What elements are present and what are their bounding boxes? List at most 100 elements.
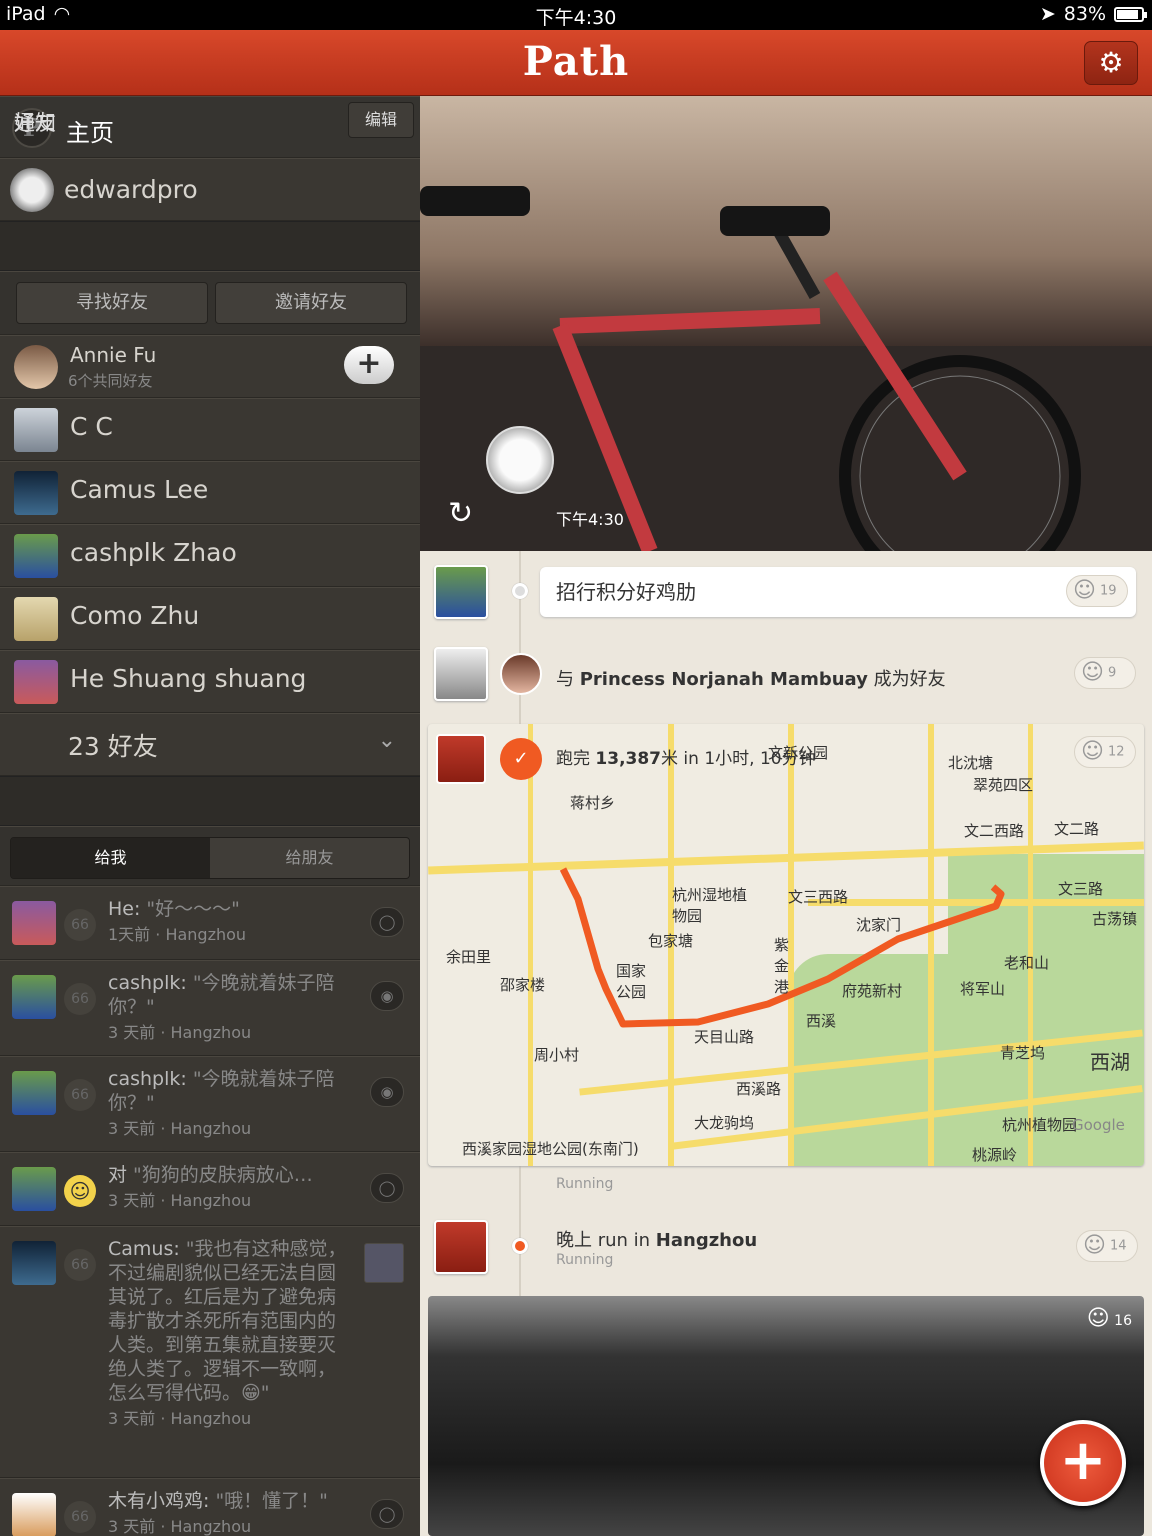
run-summary: 跑完 13,387米 in 1小时, 10分钟 [556, 749, 816, 769]
notification-text: cashplk: "今晚就着妹子陪你？" 3 天前 · Hangzhou [108, 1068, 335, 1138]
friendship-moment[interactable]: 与 Princess Norjanah Mambuay 成为好友 ☺ 9 [420, 633, 1152, 723]
edit-friends-button[interactable]: 编辑 [348, 102, 414, 138]
smile-counter[interactable]: ☺ 12 [1074, 736, 1136, 768]
avatar [12, 1167, 56, 1211]
quote-icon: 66 [64, 1079, 96, 1111]
mutual-friends: 6个共同好友 [68, 372, 153, 390]
notification-tabs: 给我 给朋友 [0, 826, 420, 886]
avatar [12, 1493, 56, 1536]
friendship-text: 与 Princess Norjanah Mambuay 成为好友 [556, 669, 946, 690]
activity-label: Running [556, 1252, 614, 1268]
notification-text: 对 "狗狗的皮肤病放心… 3 天前 · Hangzhou [108, 1164, 313, 1210]
notification-text: 木有小鸡鸡: "哦！懂了！" 3 天前 · Hangzhou [108, 1490, 328, 1536]
section-title: 通知 [14, 111, 56, 135]
status-time: 下午4:30 [535, 7, 617, 29]
friend-name: Como Zhu [70, 601, 200, 630]
timeline-dot [512, 583, 528, 599]
avatar [14, 408, 58, 452]
friend-row[interactable]: C C [0, 398, 420, 461]
comment-icon: ◯ [370, 1173, 404, 1203]
notification-item[interactable]: 66 木有小鸡鸡: "哦！懂了！" 3 天前 · Hangzhou ◯ [0, 1478, 420, 1536]
camera-icon: ◉ [370, 1077, 404, 1107]
suggestion-name: Annie Fu [70, 343, 157, 367]
avatar [500, 653, 542, 695]
thought-moment[interactable]: 招行积分好鸡肋 ☺ 19 [420, 551, 1152, 633]
notification-item[interactable]: 66 cashplk: "今晚就着妹子陪你？" 3 天前 · Hangzhou ◉ [0, 960, 420, 1056]
smile-counter[interactable]: ☺ 9 [1074, 657, 1136, 689]
sidebar: P 主页 edwardpro 好友 编辑 寻找好友 邀请好友 Annie Fu … [0, 96, 420, 1536]
tab-to-friends[interactable]: 给朋友 [210, 838, 409, 878]
refresh-icon[interactable]: ↻ [448, 496, 473, 531]
timeline-feed: ↻ 下午4:30 招行积分好鸡肋 ☺ 19 与 Princess Norjanah… [420, 96, 1152, 1536]
photo-thumbnail [364, 1243, 404, 1283]
quote-icon: 66 [64, 983, 96, 1015]
friends-section-header: 好友 编辑 [0, 102, 420, 271]
camera-icon: ◉ [370, 981, 404, 1011]
run-text: 晚上 run in Hangzhou [556, 1230, 758, 1251]
avatar [14, 534, 58, 578]
battery-percent: 83% [1063, 3, 1106, 25]
notification-item[interactable]: 66 cashplk: "今晚就着妹子陪你？" 3 天前 · Hangzhou ◉ [0, 1056, 420, 1152]
nike-swoosh-icon: ✓ [500, 738, 542, 780]
add-friend-button[interactable]: + [344, 346, 394, 384]
friend-name: He Shuang shuang [70, 664, 307, 693]
sidebar-item-profile[interactable]: edwardpro [0, 158, 420, 221]
friend-name: Camus Lee [70, 475, 209, 504]
app-logo: Path [522, 38, 630, 85]
photo-moment[interactable]: ☺ 16 [428, 1296, 1144, 1536]
notification-item[interactable]: 66 He: "好～～～" 1天前 · Hangzhou ◯ [0, 886, 420, 960]
cover-photo: ↻ 下午4:30 [420, 96, 1152, 551]
avatar [14, 660, 58, 704]
quote-icon: 66 [64, 1501, 96, 1533]
smile-icon: ☺ [1081, 739, 1104, 764]
friend-name: C C [70, 412, 113, 441]
add-moment-button[interactable]: + [1040, 1420, 1126, 1506]
notification-item[interactable]: ☺ 对 "狗狗的皮肤病放心… 3 天前 · Hangzhou ◯ [0, 1152, 420, 1226]
tab-to-me[interactable]: 给我 [11, 838, 210, 878]
settings-button[interactable]: ⚙ [1084, 41, 1138, 85]
find-friends-button[interactable]: 寻找好友 [16, 282, 208, 324]
nike-plus-icon [436, 734, 486, 784]
status-bar: iPad ◠ 下午4:30 ➤ 83% [0, 0, 1152, 30]
friend-actions: 寻找好友 邀请好友 [0, 271, 420, 335]
notification-text: Camus: "我也有这种感觉，不过编剧貌似已经无法自圆其说了。红后是为了避免病… [108, 1238, 347, 1428]
show-all-friends[interactable]: 23 好友 ⌄ [0, 713, 420, 776]
quote-icon: 66 [64, 909, 96, 941]
avatar [12, 1071, 56, 1115]
friend-name: cashplk Zhao [70, 538, 237, 567]
friend-row[interactable]: Camus Lee [0, 461, 420, 524]
smile-counter[interactable]: ☺ 16 [1087, 1306, 1132, 1331]
avatar [10, 168, 54, 212]
friend-row[interactable]: He Shuang shuang [0, 650, 420, 713]
avatar [434, 565, 488, 619]
friends-count: 23 好友 [68, 732, 158, 761]
comment-icon: ◯ [370, 1499, 404, 1529]
notification-text: He: "好～～～" 1天前 · Hangzhou [108, 898, 247, 944]
gear-icon: ⚙ [1098, 46, 1124, 79]
avatar [12, 1241, 56, 1285]
friend-row[interactable]: Como Zhu [0, 587, 420, 650]
smile-counter[interactable]: ☺ 19 [1066, 575, 1128, 607]
avatar [434, 647, 488, 701]
avatar [486, 426, 554, 494]
activity-label: Running [556, 1176, 614, 1192]
sidebar-item-label: 主页 [66, 119, 114, 147]
friend-suggestion[interactable]: Annie Fu 6个共同好友 + [0, 335, 420, 398]
friend-row[interactable]: cashplk Zhao [0, 524, 420, 587]
invite-friends-button[interactable]: 邀请好友 [215, 282, 407, 324]
notification-item[interactable]: 66 Camus: "我也有这种感觉，不过编剧貌似已经无法自圆其说了。红后是为了… [0, 1226, 420, 1478]
smile-counter[interactable]: ☺ 14 [1076, 1230, 1138, 1262]
timeline-dot [512, 1238, 528, 1254]
run-moment[interactable]: 晚上 run in Hangzhou Running ☺ 14 [420, 1206, 1152, 1292]
run-map-card[interactable]: 北沈塘 翠苑四区 蒋村乡 文二西路 文二路 文三路 古荡镇 杭州湿地植物园 文三… [428, 724, 1144, 1166]
nav-bar: Path ⚙ [0, 30, 1152, 96]
nike-plus-icon [434, 1220, 488, 1274]
smile-icon: ☺ [1083, 1233, 1106, 1258]
avatar [14, 597, 58, 641]
chevron-down-icon: ⌄ [377, 728, 396, 753]
avatar [12, 975, 56, 1019]
battery-icon [1114, 6, 1147, 22]
notification-text: cashplk: "今晚就着妹子陪你？" 3 天前 · Hangzhou [108, 972, 335, 1042]
smile-icon: ☺ [1086, 1306, 1110, 1331]
location-arrow-icon: ➤ [1039, 3, 1056, 25]
